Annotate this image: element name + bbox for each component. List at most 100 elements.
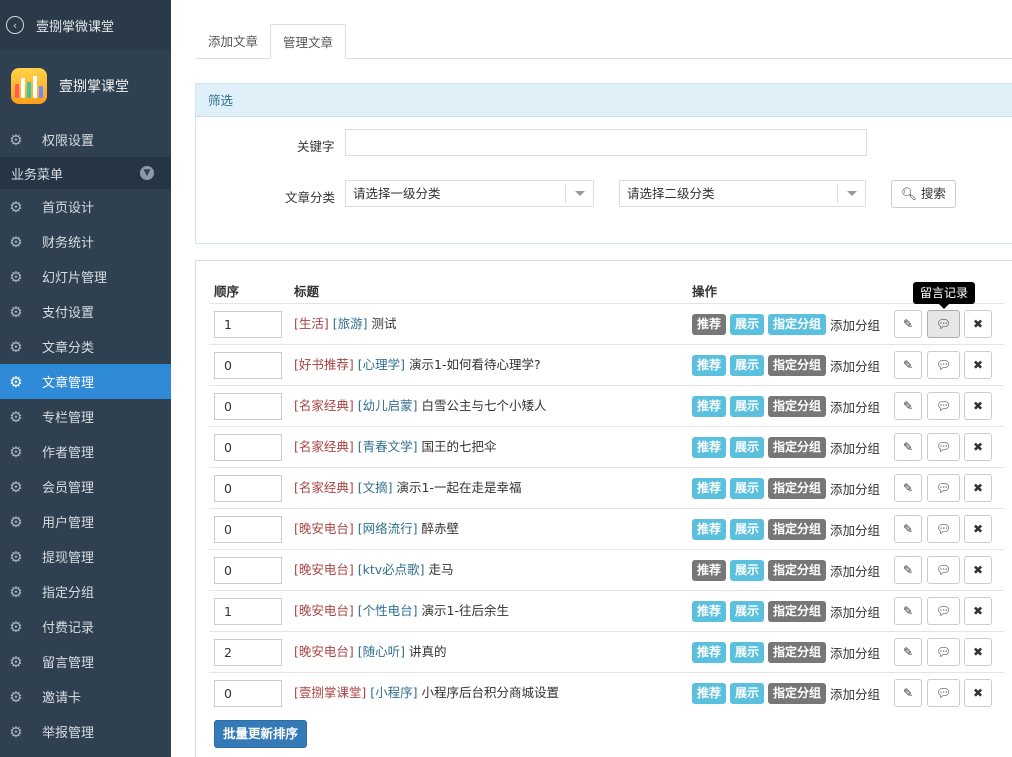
edit-button[interactable]: ✎ [894,474,922,502]
assign-group-toggle[interactable]: 指定分组 [768,642,827,663]
add-group-link[interactable]: 添加分组 [830,315,880,334]
sidebar-item[interactable]: ⚙ 举报管理 [0,714,171,749]
recommend-toggle[interactable]: 推荐 [692,396,727,417]
show-toggle[interactable]: 展示 [730,396,765,417]
order-input[interactable]: 1 [214,598,282,625]
show-toggle[interactable]: 展示 [730,519,765,540]
batch-update-order-button[interactable]: 批量更新排序 [214,720,307,748]
assign-group-toggle[interactable]: 指定分组 [768,355,827,376]
order-input[interactable]: 0 [214,475,282,502]
sidebar-section-business[interactable]: 业务菜单 ▼ [0,157,171,189]
order-input[interactable]: 0 [214,516,282,543]
sidebar-item[interactable]: ⚙ 指定分组 [0,574,171,609]
sidebar-item[interactable]: ⚙ 留言管理 [0,644,171,679]
sidebar-item[interactable]: ⚙ 幻灯片管理 [0,259,171,294]
delete-button[interactable]: ✖ [964,679,992,707]
article-title[interactable]: [壹捌掌课堂] [小程序] 小程序后台积分商城设置 [294,682,559,701]
tab-add-article[interactable]: 添加文章 [196,24,270,59]
comments-button[interactable]: 💬︎ [927,679,960,707]
assign-group-toggle[interactable]: 指定分组 [768,437,827,458]
category2-select[interactable]: 请选择二级分类 [619,180,866,207]
add-group-link[interactable]: 添加分组 [830,684,880,703]
recommend-toggle[interactable]: 推荐 [692,519,727,540]
comments-button[interactable]: 💬︎ [927,433,960,461]
add-group-link[interactable]: 添加分组 [830,397,880,416]
assign-group-toggle[interactable]: 指定分组 [768,601,827,622]
article-title[interactable]: [晚安电台] [个性电台] 演示1-往后余生 [294,600,509,619]
show-toggle[interactable]: 展示 [730,437,765,458]
order-input[interactable]: 2 [214,639,282,666]
delete-button[interactable]: ✖ [964,351,992,379]
add-group-link[interactable]: 添加分组 [830,438,880,457]
order-input[interactable]: 0 [214,434,282,461]
show-toggle[interactable]: 展示 [730,683,765,704]
sidebar-item[interactable]: ⚙ 财务统计 [0,224,171,259]
comments-button[interactable]: 💬︎ [927,556,960,584]
show-toggle[interactable]: 展示 [730,355,765,376]
article-title[interactable]: [名家经典] [青春文学] 国王的七把伞 [294,436,497,455]
edit-button[interactable]: ✎ [894,515,922,543]
comments-button[interactable]: 💬︎ [927,392,960,420]
recommend-toggle[interactable]: 推荐 [692,478,727,499]
order-input[interactable]: 0 [214,393,282,420]
assign-group-toggle[interactable]: 指定分组 [768,396,827,417]
article-title[interactable]: [晚安电台] [网络流行] 醉赤壁 [294,518,459,537]
order-input[interactable]: 0 [214,680,282,707]
sidebar-item[interactable]: ⚙ 文章分类 [0,329,171,364]
assign-group-toggle[interactable]: 指定分组 [768,519,827,540]
delete-button[interactable]: ✖ [964,392,992,420]
edit-button[interactable]: ✎ [894,679,922,707]
edit-button[interactable]: ✎ [894,433,922,461]
assign-group-toggle[interactable]: 指定分组 [768,478,827,499]
comments-button[interactable]: 💬︎ [927,474,960,502]
delete-button[interactable]: ✖ [964,556,992,584]
delete-button[interactable]: ✖ [964,597,992,625]
add-group-link[interactable]: 添加分组 [830,602,880,621]
recommend-toggle[interactable]: 推荐 [692,601,727,622]
order-input[interactable]: 0 [214,557,282,584]
edit-button[interactable]: ✎ [894,392,922,420]
comments-button[interactable]: 💬︎ [927,597,960,625]
show-toggle[interactable]: 展示 [730,601,765,622]
back-icon[interactable]: ‹ [6,16,24,34]
show-toggle[interactable]: 展示 [730,314,765,335]
edit-button[interactable]: ✎ [894,310,922,338]
category1-select[interactable]: 请选择一级分类 [345,180,594,207]
sidebar-item-permissions[interactable]: ⚙ 权限设置 [0,122,171,157]
delete-button[interactable]: ✖ [964,474,992,502]
edit-button[interactable]: ✎ [894,638,922,666]
sidebar-item[interactable]: ⚙ 首页设计 [0,189,171,224]
recommend-toggle[interactable]: 推荐 [692,437,727,458]
sidebar-item[interactable]: ⚙ 用户管理 [0,504,171,539]
tab-manage-article[interactable]: 管理文章 [270,24,347,59]
recommend-toggle[interactable]: 推荐 [692,642,727,663]
add-group-link[interactable]: 添加分组 [830,643,880,662]
article-title[interactable]: [晚安电台] [ktv必点歌] 走马 [294,559,454,578]
edit-button[interactable]: ✎ [894,351,922,379]
comments-button[interactable]: 💬︎ [927,638,960,666]
article-title[interactable]: [生活] [旅游] 测试 [294,313,397,332]
add-group-link[interactable]: 添加分组 [830,561,880,580]
sidebar-item[interactable]: ⚙ 付费记录 [0,609,171,644]
article-title[interactable]: [名家经典] [文摘] 演示1-一起在走是幸福 [294,477,521,496]
add-group-link[interactable]: 添加分组 [830,479,880,498]
show-toggle[interactable]: 展示 [730,560,765,581]
sidebar-item[interactable]: ⚙ 提现管理 [0,539,171,574]
recommend-toggle[interactable]: 推荐 [692,683,727,704]
add-group-link[interactable]: 添加分组 [830,356,880,375]
delete-button[interactable]: ✖ [964,638,992,666]
comments-button[interactable]: 💬︎ [927,515,960,543]
order-input[interactable]: 0 [214,352,282,379]
article-title[interactable]: [好书推荐] [心理学] 演示1-如何看待心理学? [294,354,541,373]
delete-button[interactable]: ✖ [964,433,992,461]
sidebar-item[interactable]: ⚙ 专栏管理 [0,399,171,434]
delete-button[interactable]: ✖ [964,515,992,543]
show-toggle[interactable]: 展示 [730,478,765,499]
sidebar-item[interactable]: ⚙ 支付设置 [0,294,171,329]
edit-button[interactable]: ✎ [894,556,922,584]
assign-group-toggle[interactable]: 指定分组 [768,314,827,335]
comments-button[interactable]: 💬︎ [927,351,960,379]
sidebar-item[interactable]: ⚙ 文章管理 [0,364,171,399]
edit-button[interactable]: ✎ [894,597,922,625]
article-title[interactable]: [晚安电台] [随心听] 讲真的 [294,641,447,660]
